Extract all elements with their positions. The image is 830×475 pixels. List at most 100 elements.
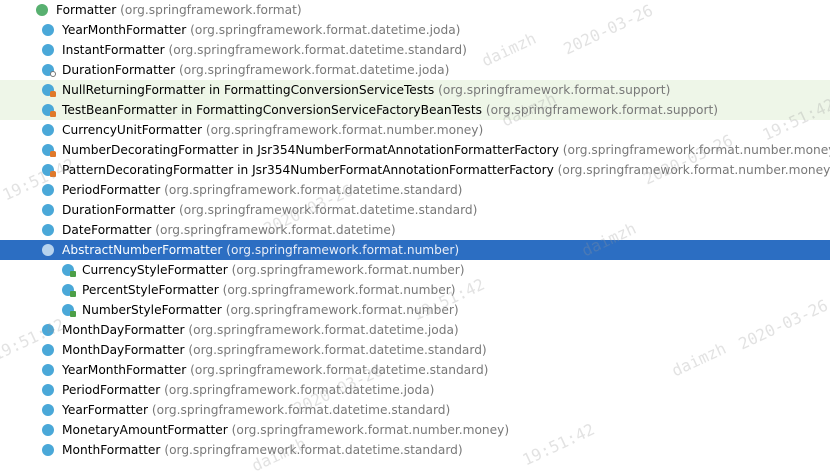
- expanded-marker-icon[interactable]: [20, 0, 32, 20]
- package-name: (org.springframework.format.number.money…: [562, 143, 830, 157]
- tree-row[interactable]: Formatter (org.springframework.format): [0, 0, 830, 20]
- tree-row[interactable]: PeriodFormatter (org.springframework.for…: [0, 180, 830, 200]
- class-name: PercentStyleFormatter: [82, 283, 219, 297]
- tree-row-label: TestBeanFormatter in FormattingConversio…: [62, 100, 718, 120]
- tree-row-label: MonthFormatter (org.springframework.form…: [62, 440, 463, 460]
- tree-row-label: DateFormatter (org.springframework.forma…: [62, 220, 396, 240]
- tree-row-label: InstantFormatter (org.springframework.fo…: [62, 40, 467, 60]
- tree-row-label: DurationFormatter (org.springframework.f…: [62, 200, 477, 220]
- tree-row[interactable]: YearFormatter (org.springframework.forma…: [0, 400, 830, 420]
- class-name: DurationFormatter: [62, 63, 176, 77]
- class-name: NumberStyleFormatter: [82, 303, 222, 317]
- class-name: YearMonthFormatter: [62, 363, 187, 377]
- class-name: MonthDayFormatter: [62, 323, 185, 337]
- tree-row[interactable]: DateFormatter (org.springframework.forma…: [0, 220, 830, 240]
- package-name: (org.springframework.format.datetime.sta…: [190, 363, 489, 377]
- package-name: (org.springframework.format.datetime.sta…: [168, 43, 467, 57]
- tree-row[interactable]: CurrencyUnitFormatter (org.springframewo…: [0, 120, 830, 140]
- package-name: (org.springframework.format.support): [485, 103, 719, 117]
- class-icon: [42, 224, 54, 236]
- package-name: (org.springframework.format.datetime.sta…: [164, 443, 463, 457]
- tree-row-label: PeriodFormatter (org.springframework.for…: [62, 380, 434, 400]
- class-name: PeriodFormatter: [62, 383, 161, 397]
- class-icon: [42, 184, 54, 196]
- tree-row-label: CurrencyUnitFormatter (org.springframewo…: [62, 120, 483, 140]
- class-name: MonetaryAmountFormatter: [62, 423, 228, 437]
- tree-row[interactable]: YearMonthFormatter (org.springframework.…: [0, 360, 830, 380]
- private-lock-icon: [50, 171, 56, 177]
- class-name: InstantFormatter: [62, 43, 165, 57]
- class-icon: [42, 444, 54, 456]
- tree-row-label: NullReturningFormatter in FormattingConv…: [62, 80, 670, 100]
- package-name: (org.springframework.format.number.money…: [205, 123, 484, 137]
- class-name: CurrencyStyleFormatter: [82, 263, 228, 277]
- package-name: (org.springframework.format.datetime.jod…: [188, 323, 459, 337]
- class-name: TestBeanFormatter in FormattingConversio…: [62, 103, 483, 117]
- tree-row-label: PatternDecoratingFormatter in Jsr354Numb…: [62, 160, 830, 180]
- class-icon: [42, 204, 54, 216]
- tree-row[interactable]: MonthDayFormatter (org.springframework.f…: [0, 320, 830, 340]
- protected-lock-icon: [70, 271, 76, 277]
- tree-row-label: YearFormatter (org.springframework.forma…: [62, 400, 450, 420]
- class-name: NumberDecoratingFormatter in Jsr354Numbe…: [62, 143, 559, 157]
- package-name: (org.springframework.format.datetime.sta…: [164, 183, 463, 197]
- class-name: DurationFormatter: [62, 203, 176, 217]
- private-lock-icon: [50, 151, 56, 157]
- tree-row-label: MonthDayFormatter (org.springframework.f…: [62, 320, 459, 340]
- private-lock-icon: [50, 91, 56, 97]
- abstract-class-icon: [42, 244, 54, 256]
- tree-row[interactable]: InstantFormatter (org.springframework.fo…: [0, 40, 830, 60]
- class-name: YearFormatter: [62, 403, 149, 417]
- tree-row[interactable]: MonthFormatter (org.springframework.form…: [0, 440, 830, 460]
- tree-row[interactable]: YearMonthFormatter (org.springframework.…: [0, 20, 830, 40]
- class-icon: [42, 124, 54, 136]
- tree-row-label: NumberDecoratingFormatter in Jsr354Numbe…: [62, 140, 830, 160]
- tree-row[interactable]: TestBeanFormatter in FormattingConversio…: [0, 100, 830, 120]
- tree-row[interactable]: PercentStyleFormatter (org.springframewo…: [0, 280, 830, 300]
- class-name: YearMonthFormatter: [62, 23, 187, 37]
- package-name: (org.springframework.format.datetime.jod…: [179, 63, 450, 77]
- class-name: Formatter: [56, 3, 117, 17]
- class-name: MonthDayFormatter: [62, 343, 185, 357]
- package-name: (org.springframework.format.number): [225, 303, 459, 317]
- class-name: PatternDecoratingFormatter in Jsr354Numb…: [62, 163, 554, 177]
- tree-row[interactable]: PeriodFormatter (org.springframework.for…: [0, 380, 830, 400]
- package-name: (org.springframework.format.number): [222, 283, 456, 297]
- package-name: (org.springframework.format.support): [438, 83, 671, 97]
- class-icon: [42, 364, 54, 376]
- package-name: (org.springframework.format.number): [226, 243, 460, 257]
- interface-icon: [36, 4, 48, 16]
- protected-lock-icon: [70, 311, 76, 317]
- package-name: (org.springframework.format.number.money…: [231, 423, 510, 437]
- tree-row-label: PercentStyleFormatter (org.springframewo…: [82, 280, 456, 300]
- tree-row[interactable]: NumberStyleFormatter (org.springframewor…: [0, 300, 830, 320]
- tree-row[interactable]: AbstractNumberFormatter (org.springframe…: [0, 240, 830, 260]
- class-icon: [42, 404, 54, 416]
- protected-lock-icon: [70, 291, 76, 297]
- class-name: AbstractNumberFormatter: [62, 243, 223, 257]
- class-icon: [42, 324, 54, 336]
- type-hierarchy-tree: Formatter (org.springframework.format) Ye…: [0, 0, 830, 460]
- class-icon: [42, 384, 54, 396]
- class-icon: [42, 344, 54, 356]
- package-name: (org.springframework.format.number.money…: [557, 163, 830, 177]
- class-icon: [42, 24, 54, 36]
- package-name: (org.springframework.format.datetime): [155, 223, 396, 237]
- expand-chevron-icon[interactable]: [20, 240, 32, 260]
- class-icon: [42, 44, 54, 56]
- tree-row[interactable]: NullReturningFormatter in FormattingConv…: [0, 80, 830, 100]
- tree-row-label: MonetaryAmountFormatter (org.springframe…: [62, 420, 509, 440]
- package-name: (org.springframework.format.datetime.jod…: [190, 23, 461, 37]
- tree-row[interactable]: CurrencyStyleFormatter (org.springframew…: [0, 260, 830, 280]
- package-name: (org.springframework.format.datetime.sta…: [179, 203, 478, 217]
- tree-row[interactable]: NumberDecoratingFormatter in Jsr354Numbe…: [0, 140, 830, 160]
- tree-row[interactable]: MonetaryAmountFormatter (org.springframe…: [0, 420, 830, 440]
- tree-row[interactable]: PatternDecoratingFormatter in Jsr354Numb…: [0, 160, 830, 180]
- tree-row-label: NumberStyleFormatter (org.springframewor…: [82, 300, 459, 320]
- tree-row-label: Formatter (org.springframework.format): [56, 0, 302, 20]
- tree-row[interactable]: DurationFormatter (org.springframework.f…: [0, 200, 830, 220]
- tree-row[interactable]: DurationFormatter (org.springframework.f…: [0, 60, 830, 80]
- tree-row[interactable]: MonthDayFormatter (org.springframework.f…: [0, 340, 830, 360]
- package-name: (org.springframework.format.datetime.sta…: [188, 343, 487, 357]
- class-name: PeriodFormatter: [62, 183, 161, 197]
